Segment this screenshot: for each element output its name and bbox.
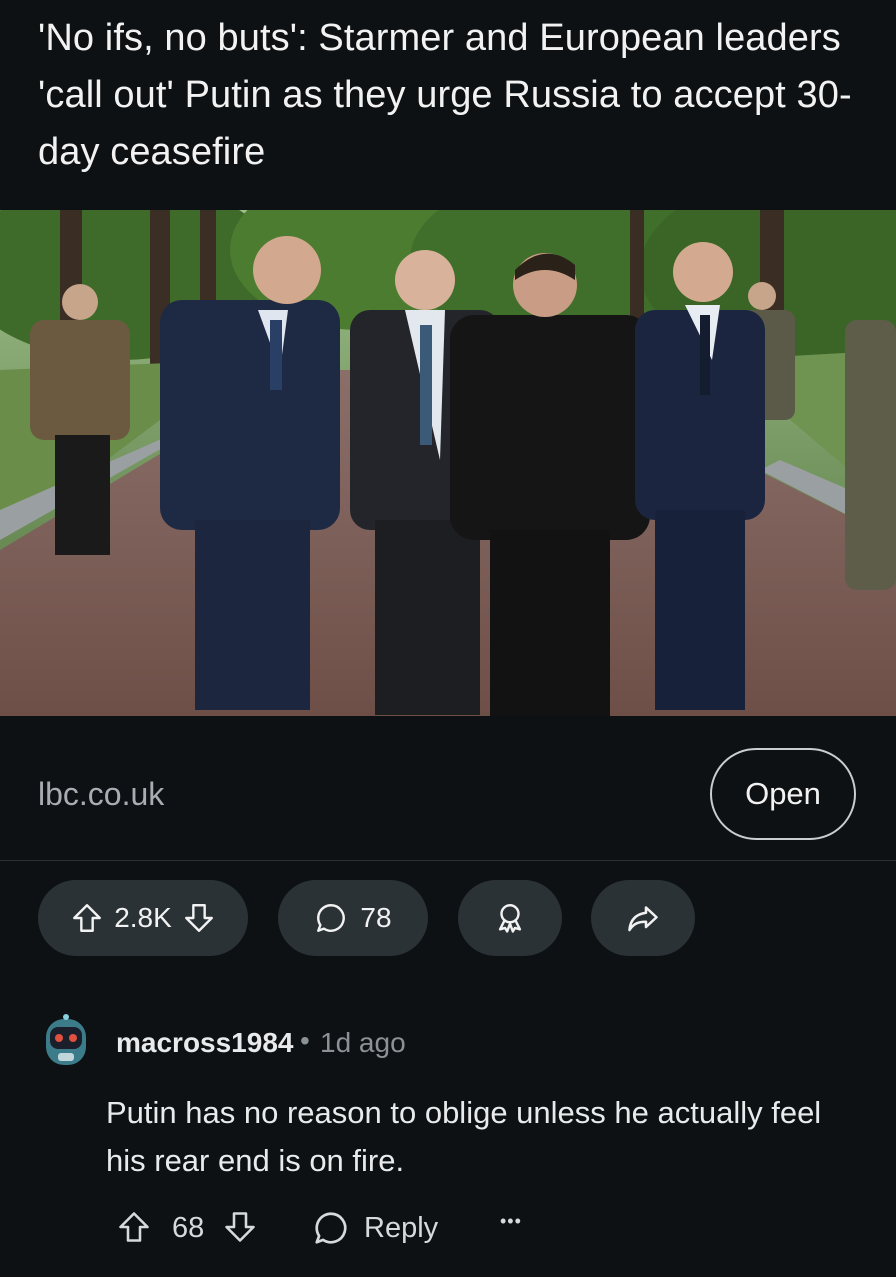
- open-link-button[interactable]: Open: [710, 748, 856, 840]
- comment-count: 78: [360, 902, 392, 933]
- post-score: 2.8K: [114, 902, 172, 933]
- comment-body: Putin has no reason to oblige unless he …: [106, 1095, 822, 1178]
- arrow-down-icon[interactable]: [182, 901, 216, 935]
- comments-button[interactable]: 78: [278, 880, 428, 956]
- comment-age: 1d ago: [320, 1027, 406, 1058]
- photo-illustration: [0, 210, 896, 716]
- avatar[interactable]: [40, 1013, 92, 1069]
- reply-button[interactable]: Reply: [312, 1209, 438, 1247]
- post-title[interactable]: 'No ifs, no buts': Starmer and European …: [38, 10, 868, 181]
- share-arrow-icon: [625, 900, 661, 936]
- reply-label: Reply: [364, 1211, 439, 1244]
- share-button[interactable]: [591, 880, 695, 956]
- award-button[interactable]: [458, 880, 562, 956]
- vote-bar: 2.8K: [38, 880, 248, 956]
- link-domain[interactable]: lbc.co.uk: [38, 776, 164, 813]
- arrow-up-icon[interactable]: [70, 901, 104, 935]
- speech-bubble-icon: [314, 901, 348, 935]
- post-image[interactable]: [0, 210, 896, 716]
- link-preview-row[interactable]: lbc.co.uk Open: [0, 716, 896, 861]
- arrow-down-icon[interactable]: [222, 1209, 258, 1245]
- comment-actions: 68 Reply •••: [0, 1195, 896, 1265]
- separator-dot: •: [300, 1025, 310, 1056]
- comment-author[interactable]: macross1984: [116, 1027, 293, 1059]
- ellipsis-icon[interactable]: •••: [500, 1211, 522, 1232]
- arrow-up-icon[interactable]: [116, 1209, 152, 1245]
- award-icon: [493, 901, 527, 935]
- comment-downvote-button[interactable]: [222, 1209, 258, 1245]
- speech-bubble-icon: [312, 1209, 350, 1247]
- comment-score: 68: [172, 1212, 205, 1244]
- comment-upvote-button[interactable]: [116, 1209, 152, 1245]
